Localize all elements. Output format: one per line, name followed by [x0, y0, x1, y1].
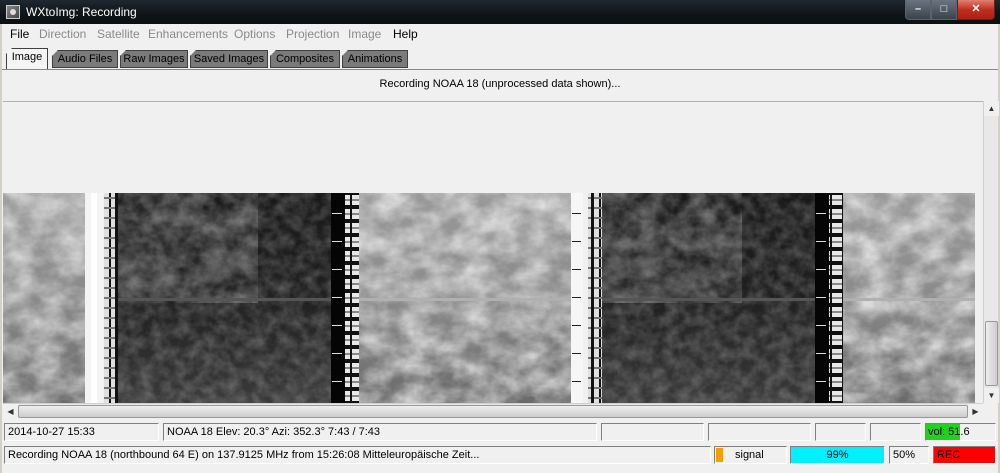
- vertical-scroll-thumb[interactable]: [985, 321, 998, 386]
- pass-info-field: NOAA 18 Elev: 20.3° Azi: 352.3° 7:43 / 7…: [163, 423, 597, 441]
- tab-bar: Image Audio Files Raw Images Saved Image…: [2, 44, 998, 70]
- tab-audio-files[interactable]: Audio Files: [52, 50, 118, 68]
- menu-direction[interactable]: Direction: [39, 27, 86, 41]
- signal-level-bar: [716, 448, 723, 462]
- close-button[interactable]: ✕: [957, 0, 995, 20]
- vertical-scrollbar[interactable]: ▲ ▼: [983, 101, 999, 403]
- image-header: Recording NOAA 18 (unprocessed data show…: [379, 78, 621, 90]
- scroll-left-arrow-icon[interactable]: ◀: [3, 404, 18, 419]
- app-icon[interactable]: [6, 5, 20, 19]
- status-empty-1: [601, 423, 704, 441]
- tab-composites[interactable]: Composites: [270, 50, 340, 68]
- wxtoimg-window: WXtoImg: Recording – □ ✕ File Direction …: [0, 0, 1000, 473]
- rec-indicator[interactable]: REC: [933, 446, 996, 464]
- maximize-button[interactable]: □: [931, 0, 957, 20]
- status-empty-4: [870, 423, 921, 441]
- satellite-image[interactable]: [3, 193, 975, 403]
- volume-meter: vol: 51.6: [925, 423, 996, 441]
- volume-label: vol: 51.6: [928, 426, 970, 438]
- window-title: WXtoImg: Recording: [26, 5, 137, 19]
- menu-enhancements[interactable]: Enhancements: [148, 27, 228, 41]
- menu-file[interactable]: File: [10, 27, 29, 41]
- zoom-level[interactable]: 50%: [889, 446, 929, 464]
- scroll-right-arrow-icon[interactable]: ▶: [968, 404, 983, 419]
- horizontal-scrollbar[interactable]: ◀ ▶: [3, 403, 983, 419]
- recording-message: Recording NOAA 18 (northbound 64 E) on 1…: [4, 446, 711, 464]
- status-empty-3: [815, 423, 866, 441]
- tab-raw-images[interactable]: Raw Images: [120, 50, 188, 68]
- tab-image[interactable]: Image: [6, 48, 48, 69]
- tab-saved-images[interactable]: Saved Images: [190, 50, 268, 68]
- datetime-field: 2014-10-27 15:33: [4, 423, 159, 441]
- tab-animations[interactable]: Animations: [342, 50, 408, 68]
- menu-options[interactable]: Options: [234, 27, 275, 41]
- title-bar[interactable]: WXtoImg: Recording – □ ✕: [0, 0, 1000, 24]
- menu-projection[interactable]: Projection: [286, 27, 339, 41]
- status-empty-2: [708, 423, 811, 441]
- menu-help[interactable]: Help: [393, 27, 418, 41]
- scroll-up-arrow-icon[interactable]: ▲: [984, 101, 999, 116]
- signal-label: signal: [735, 449, 764, 461]
- progress-indicator: 99%: [790, 446, 885, 464]
- menu-image[interactable]: Image: [348, 27, 381, 41]
- horizontal-scroll-thumb[interactable]: [18, 405, 968, 418]
- menu-bar: File Direction Satellite Enhancements Op…: [2, 24, 998, 44]
- scroll-down-arrow-icon[interactable]: ▼: [984, 388, 999, 403]
- signal-meter: signal: [714, 446, 787, 464]
- minimize-button[interactable]: –: [905, 0, 931, 20]
- menu-satellite[interactable]: Satellite: [97, 27, 140, 41]
